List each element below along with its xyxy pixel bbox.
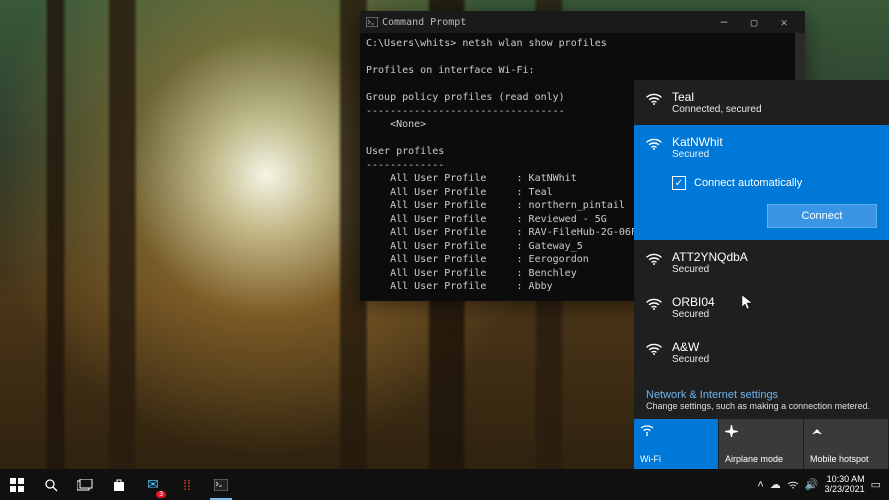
wifi-network-status: Secured <box>672 264 748 275</box>
hotspot-icon <box>810 424 882 438</box>
quick-action-label: Mobile hotspot <box>810 454 882 464</box>
quick-action-wifi[interactable]: Wi-Fi <box>634 419 718 469</box>
network-settings-sub: Change settings, such as making a connec… <box>646 401 877 411</box>
taskbar-clock[interactable]: 10:30 AM 3/23/2021 <box>825 475 865 495</box>
quick-action-hotspot[interactable]: Mobile hotspot <box>804 419 888 469</box>
wifi-flyout: TealConnected, securedKatNWhitSecured✓Co… <box>634 80 889 469</box>
network-settings-link[interactable]: Network & Internet settings Change setti… <box>634 381 889 419</box>
start-button[interactable] <box>0 469 34 500</box>
wifi-network-name: KatNWhit <box>672 135 723 149</box>
wifi-signal-icon <box>646 342 662 356</box>
quick-actions: Wi-Fi Airplane mode Mobile hotspot <box>634 419 889 469</box>
wifi-signal-icon <box>646 92 662 106</box>
quick-action-label: Wi-Fi <box>640 454 712 464</box>
wifi-network-name: ATT2YNQdbA <box>672 250 748 264</box>
wifi-network-item[interactable]: TealConnected, secured <box>634 80 889 125</box>
quick-action-label: Airplane mode <box>725 454 797 464</box>
cmd-title: Command Prompt <box>382 17 466 28</box>
wifi-network-item[interactable]: KatNWhitSecured <box>634 125 889 170</box>
wifi-signal-icon <box>646 137 662 151</box>
wifi-network-status: Secured <box>672 354 709 365</box>
tray-chevron-icon[interactable]: ˄ <box>757 479 763 491</box>
taskbar-app-terminal[interactable] <box>204 469 238 500</box>
network-settings-label: Network & Internet settings <box>646 389 877 401</box>
taskbar-app-store[interactable] <box>102 469 136 500</box>
minimize-button[interactable]: ─ <box>709 12 739 32</box>
wifi-network-name: A&W <box>672 340 709 354</box>
wifi-selected-panel: ✓ Connect automatically Connect <box>634 170 889 240</box>
taskbar-app-mail[interactable]: ✉3 <box>136 469 170 500</box>
quick-action-airplane[interactable]: Airplane mode <box>719 419 803 469</box>
wifi-network-name: ORBI04 <box>672 295 715 309</box>
connect-auto-label: Connect automatically <box>694 177 802 189</box>
task-view-button[interactable] <box>68 469 102 500</box>
taskbar-date: 3/23/2021 <box>825 485 865 495</box>
wifi-network-item[interactable]: ORBI04Secured <box>634 285 889 330</box>
connect-button[interactable]: Connect <box>767 204 877 228</box>
airplane-icon <box>725 424 797 438</box>
taskbar: ✉3 ⁞⁞ ˄ ☁ 🔊 10:30 AM 3/23/2021 ▭ <box>0 469 889 500</box>
connect-auto-checkbox[interactable]: ✓ <box>672 176 686 190</box>
wifi-icon <box>640 424 712 438</box>
tray-onedrive-icon[interactable]: ☁ <box>770 478 781 491</box>
wifi-network-item[interactable]: ATT2YNQdbASecured <box>634 240 889 285</box>
wifi-signal-icon <box>646 252 662 266</box>
wifi-network-status: Secured <box>672 149 723 160</box>
wifi-network-item[interactable]: A&WSecured <box>634 330 889 375</box>
wifi-network-name: Teal <box>672 90 762 104</box>
cmd-icon <box>366 17 378 27</box>
tray-wifi-icon[interactable] <box>787 480 799 490</box>
tray-volume-icon[interactable]: 🔊 <box>805 478 819 491</box>
wifi-network-list: TealConnected, securedKatNWhitSecured✓Co… <box>634 80 889 381</box>
search-button[interactable] <box>34 469 68 500</box>
cmd-titlebar[interactable]: Command Prompt ─ ▢ ✕ <box>360 11 805 33</box>
close-button[interactable]: ✕ <box>769 12 799 32</box>
notifications-button[interactable]: ▭ <box>871 478 881 491</box>
wifi-signal-icon <box>646 297 662 311</box>
wifi-network-status: Secured <box>672 309 715 320</box>
wifi-network-status: Connected, secured <box>672 104 762 115</box>
maximize-button[interactable]: ▢ <box>739 12 769 32</box>
taskbar-app-office[interactable]: ⁞⁞ <box>170 469 204 500</box>
